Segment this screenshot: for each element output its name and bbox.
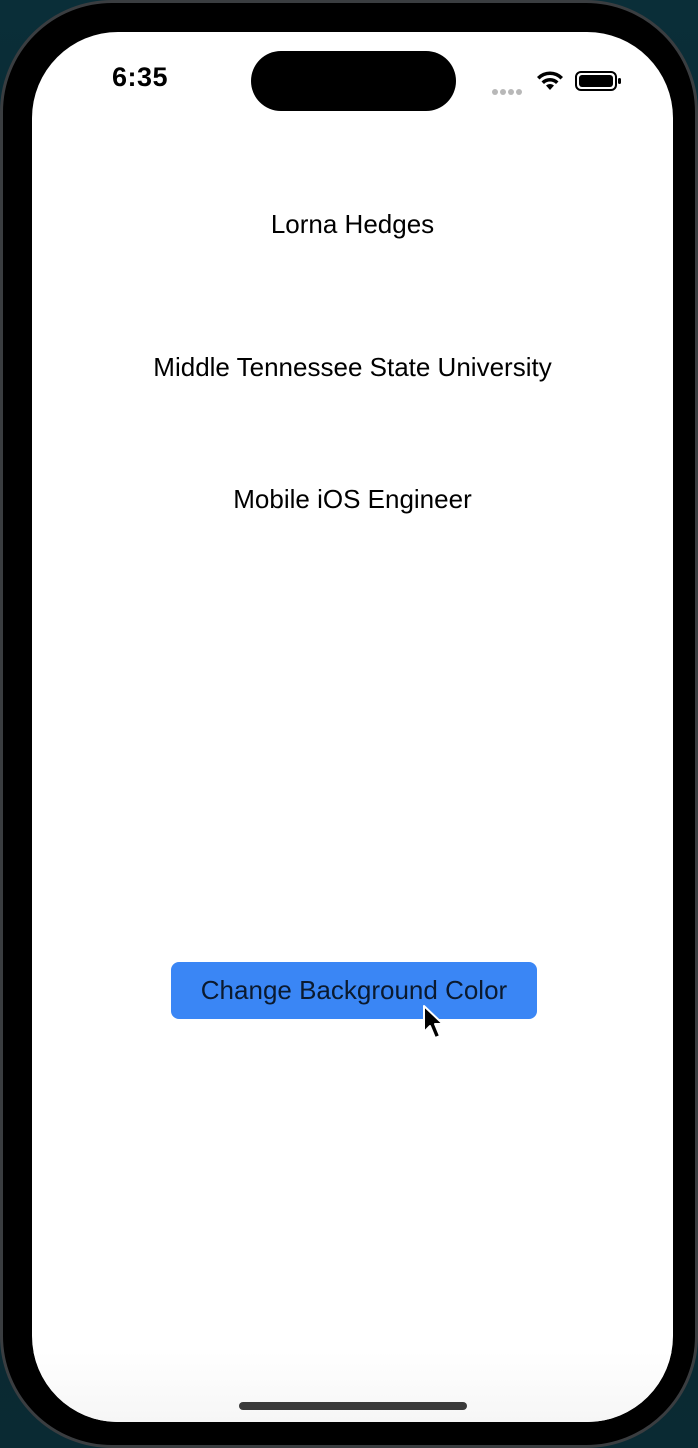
name-label: Lorna Hedges [270,209,435,239]
iphone-frame: 6:35 Lorna Hedges Middle Tennessee State… [0,0,698,1448]
university-label: Middle Tennessee State University [153,352,552,382]
role-label: Mobile iOS Engineer [233,484,472,514]
home-indicator[interactable] [239,1402,467,1410]
wifi-icon [537,71,563,90]
dynamic-island [251,51,456,111]
mouse-pointer-icon [423,1005,444,1039]
change-background-color-button[interactable]: Change Background Color [171,962,537,1019]
bottom-area [32,1352,673,1422]
signal-dots-icon [492,82,526,95]
status-time: 6:35 [112,62,169,92]
battery-icon [575,71,621,91]
app-screen: 6:35 Lorna Hedges Middle Tennessee State… [32,32,673,1422]
status-bar: 6:35 [32,32,673,132]
